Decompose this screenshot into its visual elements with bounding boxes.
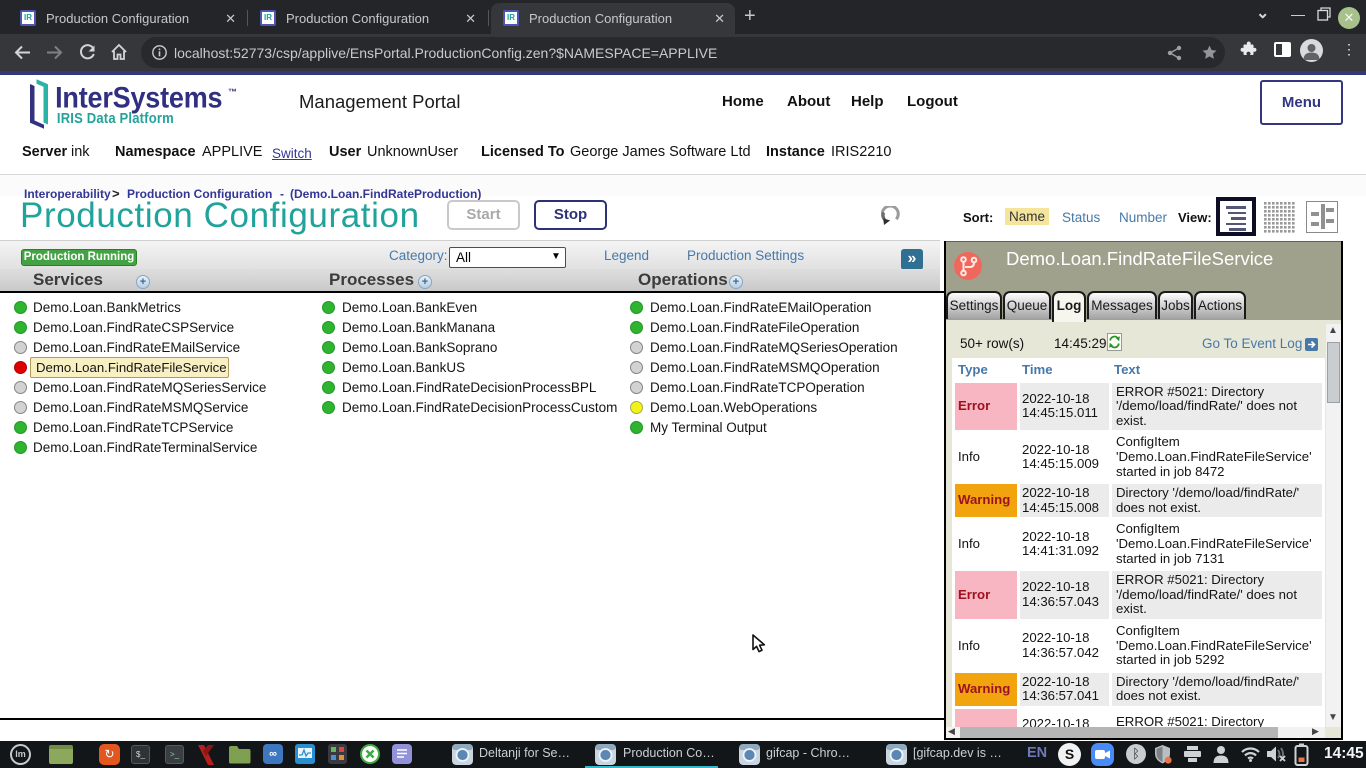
svg-text:™: ™ (228, 87, 237, 97)
svg-text:IRIS Data Platform: IRIS Data Platform (57, 110, 174, 126)
